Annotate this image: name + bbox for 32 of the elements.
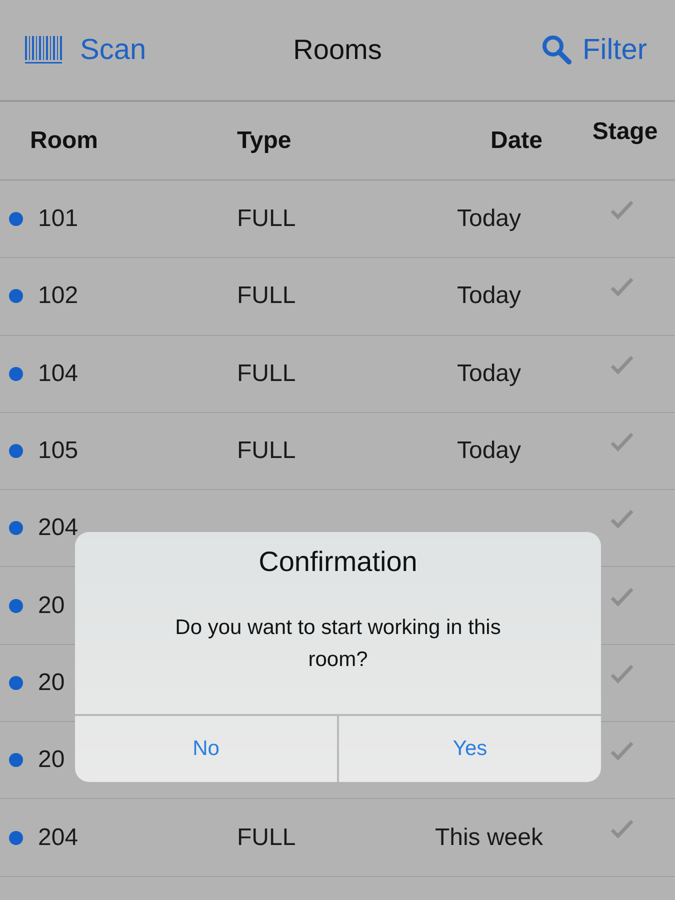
room-type: FULL: [237, 437, 296, 464]
room-number: 104: [38, 360, 78, 387]
dialog-message: Do you want to start working in this room?: [174, 615, 502, 673]
room-number: 20: [38, 746, 65, 774]
room-date: Today: [456, 360, 522, 388]
search-icon: [540, 34, 573, 66]
column-header: Date: [489, 126, 544, 156]
room-type: FULL: [237, 282, 296, 310]
column-header: Type: [237, 126, 292, 156]
room-date: This week: [434, 824, 544, 852]
room-number: 204: [38, 824, 78, 851]
room-type: FULL: [237, 824, 296, 851]
barcode-icon: [24, 35, 64, 65]
room-date: Today: [456, 282, 522, 310]
column-header: Stage: [591, 116, 659, 146]
column-header: Room: [30, 126, 99, 156]
screen-title: Rooms: [293, 34, 382, 66]
room-number: 102: [38, 282, 78, 310]
room-number: 105: [38, 437, 78, 464]
room-type: FULL: [237, 205, 296, 232]
room-number: 101: [38, 205, 78, 232]
dialog-title: Confirmation: [258, 546, 418, 578]
room-number: 20: [38, 668, 65, 696]
room-number: 20: [38, 592, 65, 619]
scan-button[interactable]: Scan: [24, 34, 146, 66]
dialog-button[interactable]: No: [75, 716, 337, 782]
room-date: Today: [456, 205, 522, 234]
dialog-button[interactable]: Yes: [337, 716, 601, 782]
filter-button[interactable]: Filter: [540, 34, 647, 66]
room-date: Today: [456, 437, 522, 466]
room-type: FULL: [237, 360, 296, 387]
room-number: 204: [38, 514, 78, 542]
